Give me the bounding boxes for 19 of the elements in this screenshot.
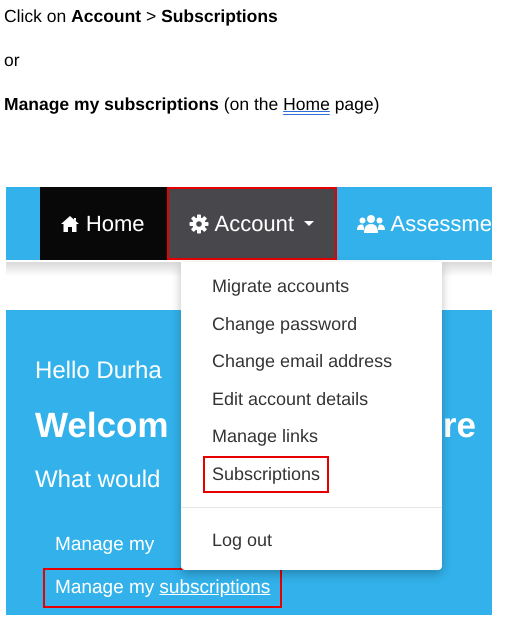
instruction-text: or [4, 50, 21, 71]
menu-item[interactable]: Change password [203, 306, 366, 343]
menu-item[interactable]: Manage links [203, 418, 328, 456]
menu-item[interactable]: Log out [203, 522, 282, 560]
greeting-text: Hello Durha [35, 356, 162, 386]
users-icon [356, 214, 385, 234]
question-text: What would [35, 465, 160, 495]
nav-item[interactable]: Home [40, 187, 167, 260]
home-link[interactable]: Home [283, 94, 330, 114]
welcome-heading: Welcom [35, 405, 169, 447]
home-icon [60, 214, 80, 232]
nav-item[interactable]: Account [166, 187, 337, 260]
instruction-text: Click on Account > Subscriptions [4, 6, 279, 27]
menu-item[interactable]: Edit account details [203, 380, 378, 418]
welcome-heading: re [442, 405, 476, 447]
menu-item[interactable]: Migrate accounts [203, 268, 358, 306]
menu-item[interactable]: Subscriptions [203, 456, 330, 493]
instruction-text: Manage my subscriptions (on the Home page) [4, 94, 380, 115]
menu-item[interactable]: Change email address [203, 343, 402, 380]
